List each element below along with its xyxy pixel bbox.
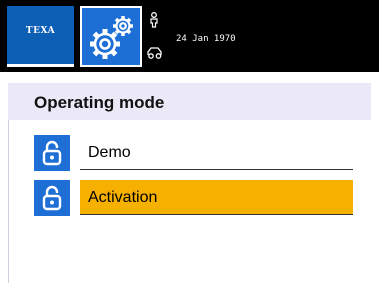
date-display: 24 Jan 1970 — [176, 34, 236, 44]
screen: TEXA 24 Jan 1970 Operating mode Demo Act… — [0, 0, 379, 287]
item-label: Demo — [88, 144, 131, 161]
item-label-box-selected: Activation — [80, 180, 353, 215]
logo-text: TEXA — [25, 26, 56, 36]
item-label-box: Demo — [80, 135, 353, 170]
texa-logo: TEXA — [7, 6, 74, 67]
gears-icon — [90, 16, 133, 59]
top-bar: TEXA 24 Jan 1970 — [0, 0, 379, 72]
list-item-activation[interactable]: Activation — [34, 180, 363, 216]
unlocked-padlock-icon — [34, 135, 70, 171]
list-item-demo[interactable]: Demo — [34, 135, 363, 171]
settings-tile[interactable] — [80, 6, 142, 67]
panel-title: Operating mode — [34, 93, 165, 112]
person-icon — [150, 12, 158, 28]
unlocked-padlock-icon — [34, 180, 70, 216]
car-icon — [147, 47, 162, 59]
mode-list: Demo Activation — [8, 120, 372, 283]
item-label: Activation — [88, 189, 158, 206]
operating-mode-panel: Operating mode Demo Activation — [8, 83, 372, 283]
